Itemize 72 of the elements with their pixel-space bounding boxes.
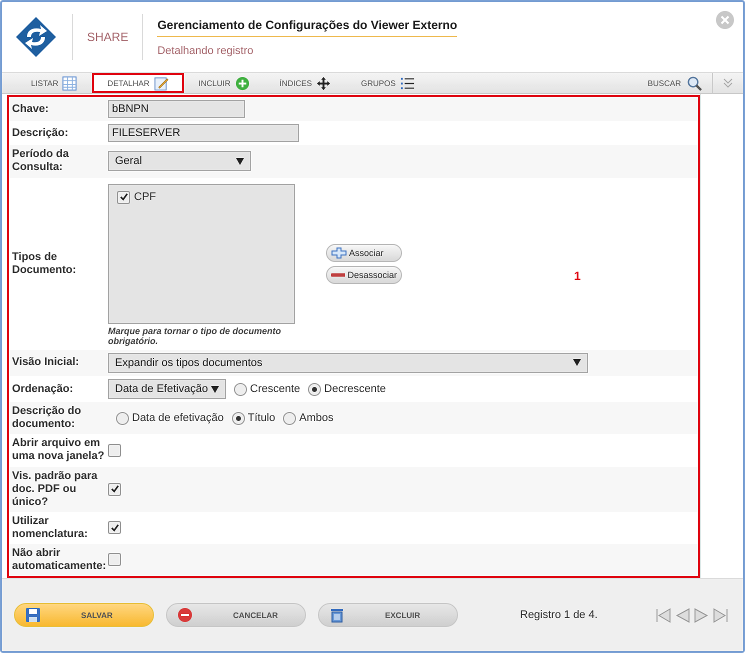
first-page-icon[interactable] bbox=[655, 606, 672, 624]
radio-button[interactable] bbox=[283, 412, 296, 425]
checkbox[interactable] bbox=[108, 482, 121, 496]
radio-label: Data de efetivação bbox=[132, 412, 224, 424]
page-title: Gerenciamento de Configurações do Viewer Externo bbox=[157, 18, 458, 36]
field-label: Vis. padrão para doc. PDF ou único? bbox=[11, 470, 98, 509]
radio-button[interactable] bbox=[234, 382, 247, 396]
radio-label: Crescente bbox=[250, 383, 300, 396]
field-label: Não abrir automaticamente: bbox=[11, 546, 108, 573]
dropdown-arrow-icon bbox=[211, 386, 219, 393]
dropdown[interactable]: Expandir os tipos documentos bbox=[108, 352, 588, 373]
edit-icon bbox=[154, 76, 169, 90]
last-page-icon[interactable] bbox=[712, 606, 729, 624]
footer-button[interactable]: EXCLUIR bbox=[318, 603, 458, 627]
field-label: Abrir arquivo em uma nova janela? bbox=[11, 437, 106, 464]
field-label: Ordenação: bbox=[11, 382, 74, 396]
move-icon bbox=[316, 76, 331, 90]
close-icon[interactable] bbox=[716, 11, 734, 29]
brand-name: SHARE bbox=[87, 30, 128, 44]
plus-icon bbox=[331, 246, 347, 259]
dropdown[interactable]: Geral bbox=[108, 151, 251, 172]
radio-label: Título bbox=[248, 412, 276, 424]
previous-icon[interactable] bbox=[674, 606, 691, 624]
radio-button[interactable] bbox=[232, 412, 245, 425]
search-button[interactable]: BUSCAR bbox=[648, 73, 712, 93]
page-subtitle: Detalhando registro bbox=[157, 44, 254, 56]
tab[interactable]: DETALHAR bbox=[92, 73, 184, 93]
action-button[interactable]: Desassociar bbox=[326, 266, 402, 284]
footer-button[interactable]: SALVAR bbox=[14, 603, 154, 627]
callout-number: 1 bbox=[574, 269, 581, 283]
check-icon bbox=[110, 485, 118, 494]
radio-label: Decrescente bbox=[324, 383, 386, 396]
field-label: Chave: bbox=[11, 102, 50, 116]
check-icon bbox=[110, 524, 118, 532]
tab[interactable]: LISTAR bbox=[16, 73, 92, 93]
list-item-label: CPF bbox=[134, 191, 156, 204]
dropdown-arrow-icon bbox=[573, 359, 581, 366]
field-label: Tipos de Documento: bbox=[11, 250, 78, 277]
hint-text: Marque para tornar o tipo de documento obrigatório. bbox=[108, 326, 282, 346]
checkbox[interactable] bbox=[108, 444, 121, 457]
radio-label: Ambos bbox=[299, 412, 334, 424]
tab[interactable]: ÍNDICES bbox=[264, 73, 346, 93]
next-icon[interactable] bbox=[693, 606, 710, 624]
checkbox[interactable] bbox=[117, 190, 130, 204]
field-label: Descrição do documento: bbox=[11, 405, 82, 432]
chevron-down-icon[interactable] bbox=[722, 77, 734, 89]
save-icon bbox=[25, 607, 41, 623]
dropdown-arrow-icon bbox=[236, 158, 244, 165]
radio-button[interactable] bbox=[308, 382, 322, 396]
radio-button[interactable] bbox=[116, 412, 129, 425]
table-icon bbox=[62, 76, 78, 90]
cancel-icon bbox=[177, 607, 193, 623]
record-counter: Registro 1 de 4. bbox=[520, 609, 598, 621]
trash-icon bbox=[329, 607, 345, 623]
checkbox[interactable] bbox=[108, 553, 121, 566]
field-label: Descrição: bbox=[11, 126, 70, 140]
dropdown[interactable]: Data de Efetivação bbox=[108, 379, 226, 400]
search-icon bbox=[687, 76, 702, 90]
tab[interactable]: INCLUIR bbox=[184, 73, 265, 93]
check-icon bbox=[120, 193, 128, 202]
tab[interactable]: GRUPOS bbox=[346, 73, 430, 93]
input-field[interactable]: FILESERVER bbox=[108, 124, 299, 142]
add-icon bbox=[234, 76, 250, 90]
footer-button[interactable]: CANCELAR bbox=[166, 603, 306, 627]
logo-icon bbox=[14, 15, 58, 59]
field-label: Visão Inicial: bbox=[11, 356, 80, 370]
checkbox[interactable] bbox=[108, 521, 121, 534]
input-field[interactable]: bBNPN bbox=[108, 100, 245, 118]
field-label: Período da Consulta: bbox=[11, 148, 70, 174]
list-icon bbox=[400, 76, 415, 90]
field-label: Utilizar nomenclatura: bbox=[11, 514, 89, 541]
action-button[interactable]: Associar bbox=[326, 244, 402, 262]
